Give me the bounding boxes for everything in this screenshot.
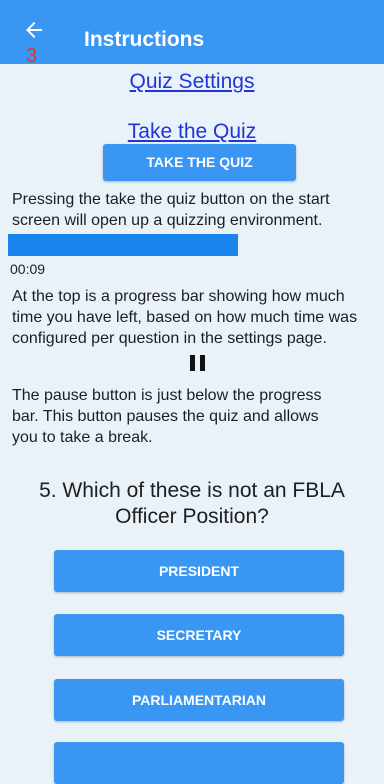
progress-bar (8, 234, 238, 256)
timer-text: 00:09 (10, 261, 46, 277)
question-text: 5. Which of these is not an FBLA Officer… (39, 479, 345, 528)
arrow-left-icon[interactable] (22, 18, 46, 42)
page-title: Instructions (84, 28, 205, 51)
answer-button-secretary[interactable]: SECRETARY (54, 614, 344, 656)
pause-icon[interactable] (190, 355, 206, 371)
answer-button-president[interactable]: PRESIDENT (54, 550, 344, 592)
start-instructions-text: Pressing the take the quiz button on the… (12, 191, 330, 229)
app-bar: 3 Instructions (0, 0, 384, 67)
take-quiz-button[interactable]: TAKE THE QUIZ (103, 144, 296, 181)
answer-button-parliamentarian[interactable]: PARLIAMENTARIAN (54, 679, 344, 721)
badge-number: 3 (26, 45, 38, 67)
answer-button-partial[interactable] (54, 742, 344, 784)
pause-instructions-text: The pause button is just below the progr… (12, 387, 322, 446)
quiz-settings-link[interactable]: Quiz Settings (0, 68, 384, 96)
back-button[interactable] (22, 18, 58, 46)
take-the-quiz-link[interactable]: Take the Quiz (0, 118, 384, 146)
progress-instructions-text: At the top is a progress bar showing how… (12, 288, 358, 347)
